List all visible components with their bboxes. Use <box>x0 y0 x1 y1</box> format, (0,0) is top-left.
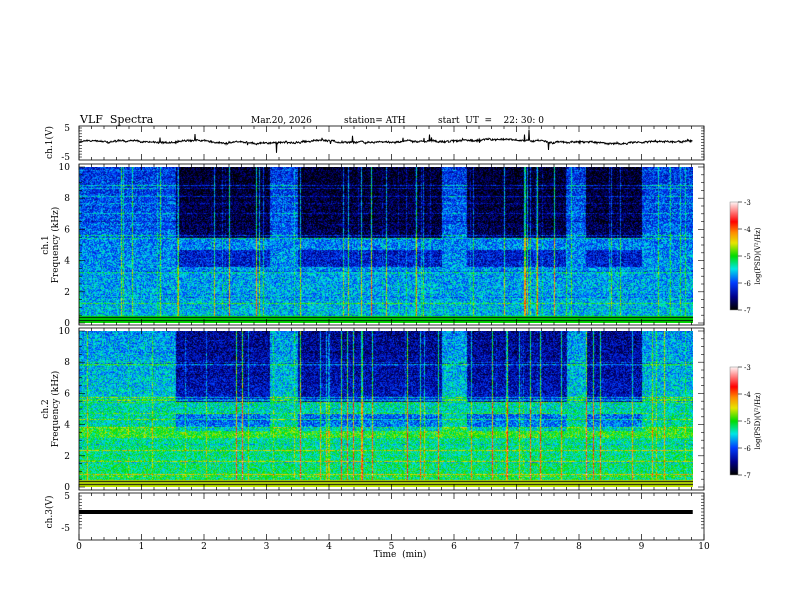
start-time-label: start UT = 22: 30: 0 <box>438 116 544 126</box>
x-tick-label: 1 <box>139 542 145 552</box>
panel-frame-3 <box>78 327 705 491</box>
x-tick-label: 7 <box>514 542 520 552</box>
y-axis-label: ch.1(V) <box>44 126 55 159</box>
colorbar-frame <box>729 366 739 476</box>
y-tick-label: -5 <box>61 524 70 534</box>
y-tick-label: 0 <box>64 483 70 493</box>
y-axis-label-frequency: Frequency (kHz) <box>50 371 61 448</box>
x-tick-label: 3 <box>264 542 270 552</box>
ch1-voltage-trace <box>78 129 693 153</box>
x-tick-label: 4 <box>326 542 332 552</box>
panel-frame-2 <box>78 163 705 326</box>
x-axis-label: Time (min) <box>374 549 427 560</box>
y-tick-label: 6 <box>64 225 70 235</box>
colorbar-frame <box>729 201 739 311</box>
y-tick-label: 8 <box>64 358 70 368</box>
station-label: station= ATH <box>344 116 406 126</box>
x-tick-label: 8 <box>576 542 582 552</box>
y-tick-label: 2 <box>64 288 70 298</box>
x-tick-label: 6 <box>451 542 457 552</box>
y-tick-label: 10 <box>59 163 71 173</box>
y-tick-label: 6 <box>64 389 70 399</box>
y-tick-label: 4 <box>64 421 70 431</box>
colorbar-tick-label: -3 <box>744 364 751 372</box>
y-tick-label: 5 <box>64 124 70 134</box>
x-tick-label: 10 <box>698 542 710 552</box>
x-tick-label: 2 <box>201 542 207 552</box>
x-tick-label: 5 <box>389 542 395 552</box>
colorbar-tick-label: -5 <box>744 418 751 426</box>
colorbar-tick-label: -3 <box>744 199 751 207</box>
x-tick-label: 9 <box>639 542 645 552</box>
x-tick-label: 0 <box>76 542 82 552</box>
colorbar-tick-label: -7 <box>744 472 751 480</box>
y-tick-label: 10 <box>59 327 71 337</box>
colorbar-label: log(PSD)(V²/Hz) <box>754 392 762 449</box>
y-axis-label-channel: ch.2 <box>41 399 51 418</box>
colorbar-tick-label: -6 <box>744 445 751 453</box>
figure-title: VLF Spectra <box>79 113 154 126</box>
y-tick-label: -5 <box>61 153 70 163</box>
date-label: Mar.20, 2026 <box>251 116 312 126</box>
colorbar-tick-label: -4 <box>744 226 751 234</box>
y-axis-label-frequency: Frequency (kHz) <box>50 207 61 284</box>
y-axis-label-channel: ch.1 <box>41 235 51 254</box>
y-tick-label: 8 <box>64 194 70 204</box>
y-tick-label: 5 <box>64 492 70 502</box>
colorbar-tick-label: -6 <box>744 280 751 288</box>
colorbar-tick-label: -7 <box>744 307 751 315</box>
panel-frame-4 <box>78 492 705 541</box>
y-tick-label: 4 <box>64 257 70 267</box>
axes-layer: VLF Spectra Mar.20, 2026 station= ATH st… <box>41 113 762 560</box>
y-tick-label: 2 <box>64 452 70 462</box>
vlf-spectra-figure: VLF Spectra Mar.20, 2026 station= ATH st… <box>0 0 792 612</box>
y-axis-label: ch.3(V) <box>44 496 55 529</box>
colorbar-tick-label: -5 <box>744 253 751 261</box>
colorbar-label: log(PSD)(V²/Hz) <box>754 227 762 284</box>
colorbar-tick-label: -4 <box>744 391 751 399</box>
